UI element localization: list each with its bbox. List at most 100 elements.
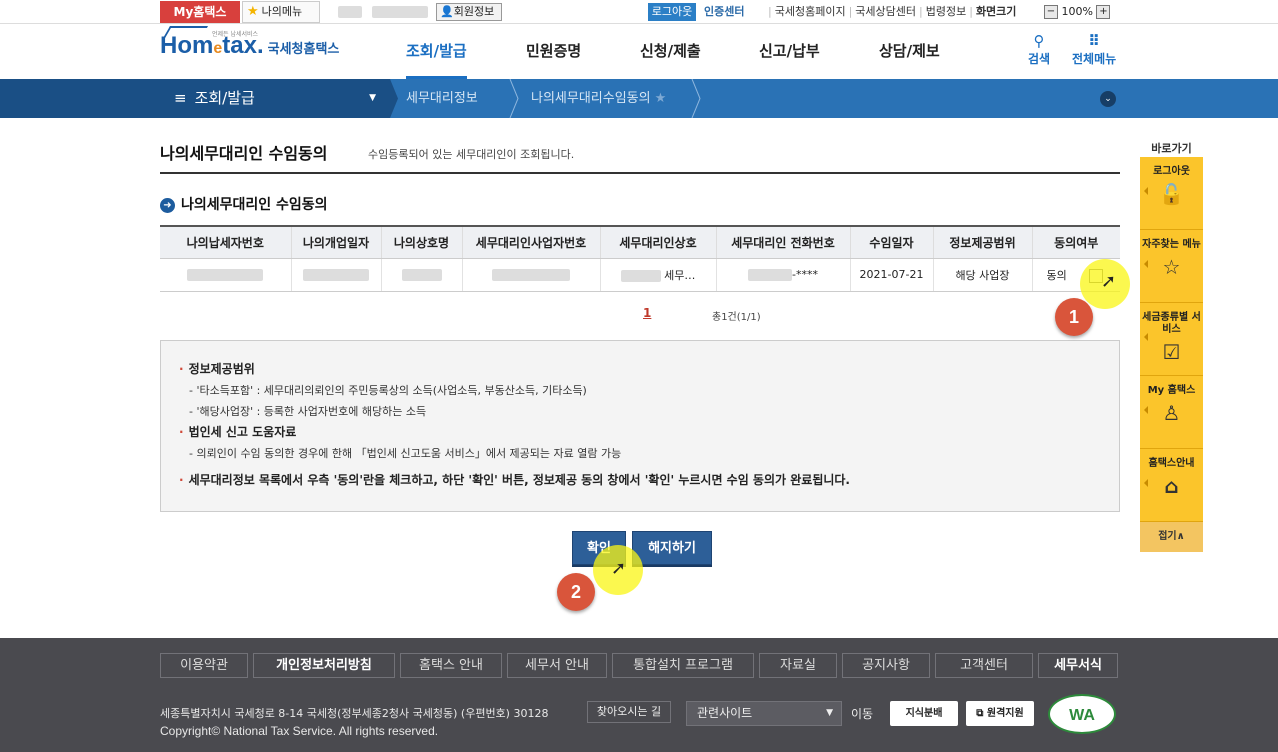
mymenu-label: 나의메뉴: [261, 5, 303, 18]
col-consent: 동의여부: [1031, 226, 1120, 259]
related-sites-select[interactable]: 관련사이트 ▼: [686, 701, 842, 726]
col-scope: 정보제공범위: [932, 226, 1032, 259]
footer-terms[interactable]: 이용약관: [160, 653, 248, 678]
col-agent-phone: 세무대리인 전화번호: [715, 226, 850, 259]
star-icon: ★: [247, 4, 259, 19]
wa-certification-logo: WA: [1048, 694, 1116, 734]
checkbox-icon: ☑: [1162, 340, 1181, 364]
quick-guide-label: 홈택스안내: [1148, 458, 1195, 469]
chevron-down-icon[interactable]: ⌄: [1100, 91, 1116, 107]
badge-remote-support[interactable]: ⧉ 원격지원: [966, 701, 1034, 726]
copyright: Copyright© National Tax Service. All rig…: [160, 724, 439, 738]
gnb-apply-submit[interactable]: 신청/제출: [640, 24, 701, 79]
person-icon: 👤: [440, 5, 454, 18]
col-agent-biz-no: 세무대리인사업자번호: [461, 226, 600, 259]
quick-my-hometax[interactable]: My 홈택스 ♙: [1140, 376, 1203, 449]
masked-user-name: [338, 6, 362, 18]
info-heading-scope: 정보제공범위: [179, 359, 1119, 380]
zoom-control: − 100% +: [1044, 4, 1114, 20]
hamburger-icon: ≡: [174, 89, 187, 107]
nts-homepage-link[interactable]: 국세청홈페이지: [775, 5, 846, 18]
quick-tax-service[interactable]: 세금종류별 서비스 ☑: [1140, 303, 1203, 376]
footer-archive[interactable]: 자료실: [759, 653, 837, 678]
footer: 이용약관 개인정보처리방침 홈택스 안내 세무서 안내 통합설치 프로그램 자료…: [0, 638, 1278, 752]
all-menu-button[interactable]: ⠿ 전체메뉴: [1072, 32, 1116, 67]
breadcrumb-agent-info[interactable]: 세무대리정보: [406, 79, 478, 118]
section-title: ➜ 나의세무대리인 수임동의: [160, 194, 328, 214]
location-menu-dropdown[interactable]: ≡ 조회/발급 ▼: [160, 79, 390, 118]
counsel-center-link[interactable]: 국세상담센터: [855, 5, 916, 18]
quick-fold-button[interactable]: 접기∧: [1140, 522, 1203, 552]
agent-phone-suffix: -****: [792, 268, 818, 281]
badge-knowledge[interactable]: 지식분배: [890, 701, 958, 726]
footer-hometax-guide[interactable]: 홈택스 안내: [400, 653, 502, 678]
col-agent-name: 세무대리인상호: [599, 226, 716, 259]
util-links: | 국세청홈페이지 | 국세상담센터 | 법령정보 | 화면크기: [768, 5, 1017, 18]
footer-address: 세종특별자치시 국세청로 8-14 국세청(정부세종2청사 국세청동) (우편번…: [160, 707, 549, 720]
person-outline-icon: ♙: [1162, 401, 1181, 425]
quick-logout[interactable]: 로그아웃 🔓: [1140, 157, 1203, 230]
grid-icon: ⠿: [1088, 32, 1100, 50]
breadcrumb-divider: [691, 79, 701, 118]
gnb-inquiry-issue[interactable]: 조회/발급: [406, 24, 467, 79]
cert-center-link[interactable]: 인증센터: [704, 3, 744, 21]
go-button[interactable]: 이동: [851, 705, 873, 722]
zoom-out-button[interactable]: −: [1044, 5, 1058, 19]
page-link-1[interactable]: 1: [643, 306, 651, 320]
cell-trade-name: [380, 258, 462, 292]
caret-down-icon: ▼: [826, 708, 833, 718]
caret-down-icon: ▼: [369, 93, 376, 103]
table-header-row: 나의납세자번호 나의개업일자 나의상호명 세무대리인사업자번호 세무대리인상호 …: [160, 226, 1120, 259]
col-taxpayer-no: 나의납세자번호: [160, 226, 291, 259]
table-row: 세무… -**** 2021-07-21 해당 사업장 동의: [160, 258, 1120, 292]
zoom-in-button[interactable]: +: [1096, 5, 1111, 19]
step-marker-1: 1: [1055, 298, 1093, 336]
footer-notice[interactable]: 공지사항: [842, 653, 930, 678]
col-trade-name: 나의상호명: [380, 226, 462, 259]
consent-label: 동의: [1046, 268, 1067, 282]
hometax-logo[interactable]: 언제든 납세서비스 Hometax. 국세청홈택스: [160, 26, 340, 60]
myhome-button[interactable]: My홈택스: [160, 1, 240, 23]
header: 언제든 납세서비스 Hometax. 국세청홈택스 조회/발급 민원증명 신청/제…: [0, 24, 1278, 79]
quick-favorite-label: 자주찾는 메뉴: [1142, 239, 1201, 250]
footer-customer[interactable]: 고객센터: [935, 653, 1033, 678]
footer-privacy[interactable]: 개인정보처리방침: [253, 653, 395, 678]
footer-office-guide[interactable]: 세무서 안내: [507, 653, 607, 678]
mouse-cursor-icon: ➚: [611, 558, 627, 579]
col-open-date: 나의개업일자: [290, 226, 381, 259]
mymenu-button[interactable]: ★ 나의메뉴: [242, 1, 320, 23]
favorite-star-icon[interactable]: ★: [655, 91, 667, 106]
search-button[interactable]: ⚲ 검색: [1028, 32, 1050, 67]
masked-value: [620, 269, 661, 282]
gnb-civil-cert[interactable]: 민원증명: [526, 24, 581, 79]
quick-favorite-menu[interactable]: 자주찾는 메뉴 ☆: [1140, 230, 1203, 303]
footer-install[interactable]: 통합설치 프로그램: [612, 653, 754, 678]
law-info-link[interactable]: 법령정보: [926, 5, 966, 18]
title-divider: [160, 172, 1120, 174]
cell-agent-biz-no: [461, 258, 600, 292]
masked-value: [492, 269, 570, 281]
cell-open-date: [290, 258, 381, 292]
masked-value: [187, 269, 264, 281]
unlock-icon: 🔓: [1159, 182, 1184, 206]
quick-tax-service-label: 세금종류별 서비스: [1142, 312, 1201, 335]
arrow-circle-icon: ➜: [160, 198, 175, 213]
location-bar: ≡ 조회/발급 ▼ 세무대리정보 나의세무대리수임동의 ★ ⌄: [0, 79, 1278, 118]
page-description: 수임등록되어 있는 세무대리인이 조회됩니다.: [368, 148, 575, 161]
remote-icon: ⧉: [976, 708, 984, 719]
member-info-button[interactable]: 👤회원정보: [436, 3, 502, 21]
agent-name-suffix: 세무…: [664, 268, 696, 282]
col-date: 수임일자: [849, 226, 933, 259]
logout-button[interactable]: 로그아웃: [648, 3, 696, 21]
find-way-button[interactable]: 찾아오시는 길: [587, 701, 671, 723]
gnb-counsel-report[interactable]: 상담/제보: [879, 24, 940, 79]
breadcrumb-current-label: 나의세무대리수임동의: [531, 91, 651, 106]
info-instruction: 세무대리정보 목록에서 우측 '동의'란을 체크하고, 하단 '확인' 버튼, …: [179, 470, 1119, 491]
footer-tax-forms[interactable]: 세무서식: [1038, 653, 1118, 678]
masked-value: [401, 269, 442, 281]
cell-agent-phone: -****: [715, 258, 850, 292]
gnb-report-pay[interactable]: 신고/납부: [759, 24, 820, 79]
quick-hometax-guide[interactable]: 홈택스안내 ⌂: [1140, 449, 1203, 522]
logo-korean: 국세청홈택스: [267, 42, 340, 57]
cancel-consent-button[interactable]: 해지하기: [632, 531, 712, 565]
